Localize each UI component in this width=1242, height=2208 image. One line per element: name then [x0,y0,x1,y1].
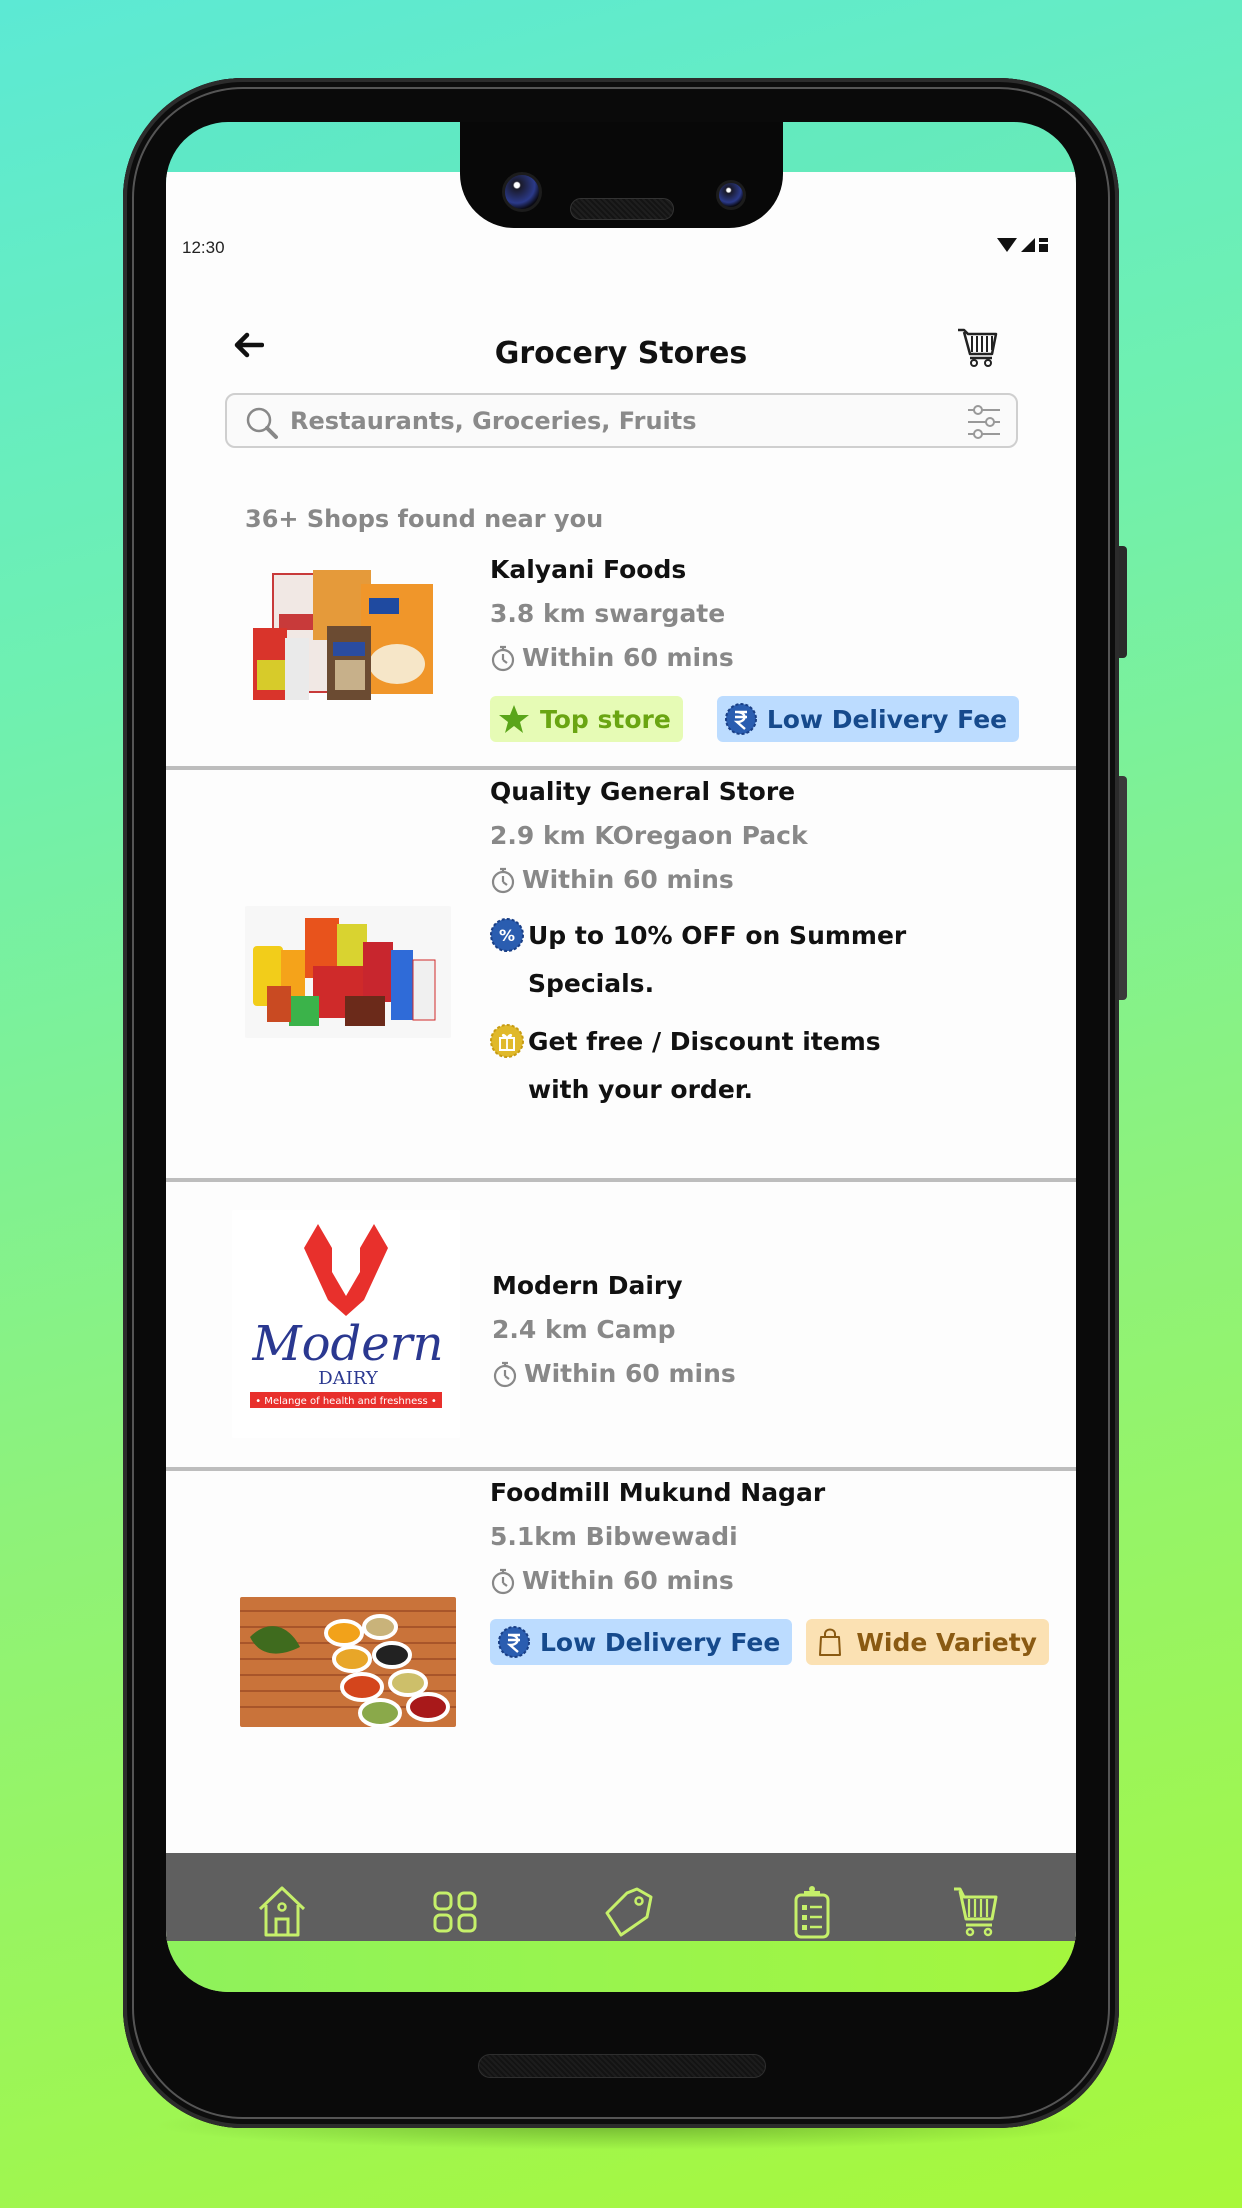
clipboard-list-icon [794,1886,830,1939]
bottom-speaker [478,2054,766,2078]
search-input[interactable] [290,395,930,446]
offer-item: % Up to 10% OFF on Summer Specials. [490,912,930,1008]
cart-button[interactable] [956,326,1000,368]
store-distance: 5.1km Bibwewadi [490,1522,738,1551]
badge-list: Low Delivery Fee Wide Variety [490,1619,1049,1665]
cart-icon [954,1887,998,1937]
stopwatch-icon [491,645,515,672]
volume-button [1119,776,1127,1000]
offer-item: Get free / Discount items with your orde… [490,1018,930,1114]
wifi-icon [997,238,1017,252]
status-time: 12:30 [182,238,225,257]
badge-label: Low Delivery Fee [766,704,1008,734]
store-distance: 2.9 km KOregaon Pack [490,821,808,850]
logo-brand: Modern [251,1316,443,1372]
store-name: Foodmill Mukund Nagar [490,1478,826,1507]
low-delivery-fee-badge: Low Delivery Fee [716,696,1020,742]
earpiece-speaker [570,198,674,220]
percent-badge-icon: % [490,918,524,952]
tag-icon [605,1887,653,1937]
front-camera-icon [502,172,542,212]
delivery-time-text: Within 60 mins [524,1359,736,1388]
badge-label: Top store [540,704,671,734]
store-image [240,1597,456,1727]
rupee-badge-icon [724,703,757,735]
logo-sub: DAIRY [318,1368,379,1389]
store-name: Kalyani Foods [490,555,687,584]
stopwatch-icon [491,1568,515,1595]
store-name: Quality General Store [490,777,796,806]
screen-bottom-strip [166,1941,1076,1992]
sliders-icon[interactable] [966,404,1002,440]
stopwatch-icon [491,867,515,894]
camera-notch [460,122,783,228]
gift-badge-icon [490,1024,524,1058]
delivery-time-text: Within 60 mins [522,643,734,672]
store-card[interactable]: Foodmill Mukund Nagar 5.1km Bibwewadi Wi… [166,1471,1076,1811]
stopwatch-icon [493,1361,517,1388]
store-distance: 2.4 km Camp [492,1315,676,1344]
svg-text:%: % [499,926,515,945]
wide-variety-badge: Wide Variety [806,1619,1049,1665]
delivery-time: Within 60 mins [492,1352,736,1396]
search-icon [246,407,278,439]
home-icon [258,1886,306,1937]
store-card[interactable]: Kalyani Foods 3.8 km swargate Within 60 … [166,548,1076,770]
delivery-time-text: Within 60 mins [522,865,734,894]
rupee-badge-icon [498,1626,530,1658]
cart-icon [958,328,998,367]
sensor-icon [716,180,746,210]
delivery-time-text: Within 60 mins [522,1566,734,1595]
power-button [1119,546,1127,658]
phone-screen: 12:30 Grocery Stores Restaurants, Grocer… [166,122,1076,1992]
store-name: Modern Dairy [492,1271,683,1300]
delivery-time: Within 60 mins [490,1559,1049,1603]
status-icons [997,238,1048,252]
signal-icon [1021,238,1035,252]
badge-list: Top store Low Delivery Fee [490,696,1020,742]
grid-icon [433,1891,477,1933]
star-icon [499,705,529,733]
delivery-time: Within 60 mins [490,636,1019,680]
store-image [245,906,451,1038]
search-bar [225,393,1018,448]
top-store-badge: Top store [490,696,683,742]
app-header: Grocery Stores [166,322,1076,382]
store-image [251,564,441,704]
store-logo: Modern DAIRY • Melange of health and fre… [232,1210,460,1438]
badge-label: Wide Variety [856,1627,1037,1657]
badge-label: Low Delivery Fee [540,1627,781,1657]
logo-tagline: • Melange of health and freshness • [255,1396,437,1407]
store-distance: 3.8 km swargate [490,599,726,628]
delivery-time: Within 60 mins [490,858,930,902]
battery-icon [1039,238,1048,252]
page-title: Grocery Stores [494,336,748,371]
app-view: 12:30 Grocery Stores Restaurants, Grocer… [166,172,1076,1991]
shopping-bag-icon [819,1628,842,1656]
offer-text: Up to 10% OFF on Summer Specials. [528,921,907,998]
low-delivery-fee-badge: Low Delivery Fee [490,1619,793,1665]
store-card[interactable]: Quality General Store 2.9 km KOregaon Pa… [166,770,1076,1182]
store-card[interactable]: Modern DAIRY • Melange of health and fre… [166,1182,1076,1471]
offer-text: Get free / Discount items with your orde… [528,1027,881,1104]
results-count: 36+ Shops found near you [245,505,604,533]
